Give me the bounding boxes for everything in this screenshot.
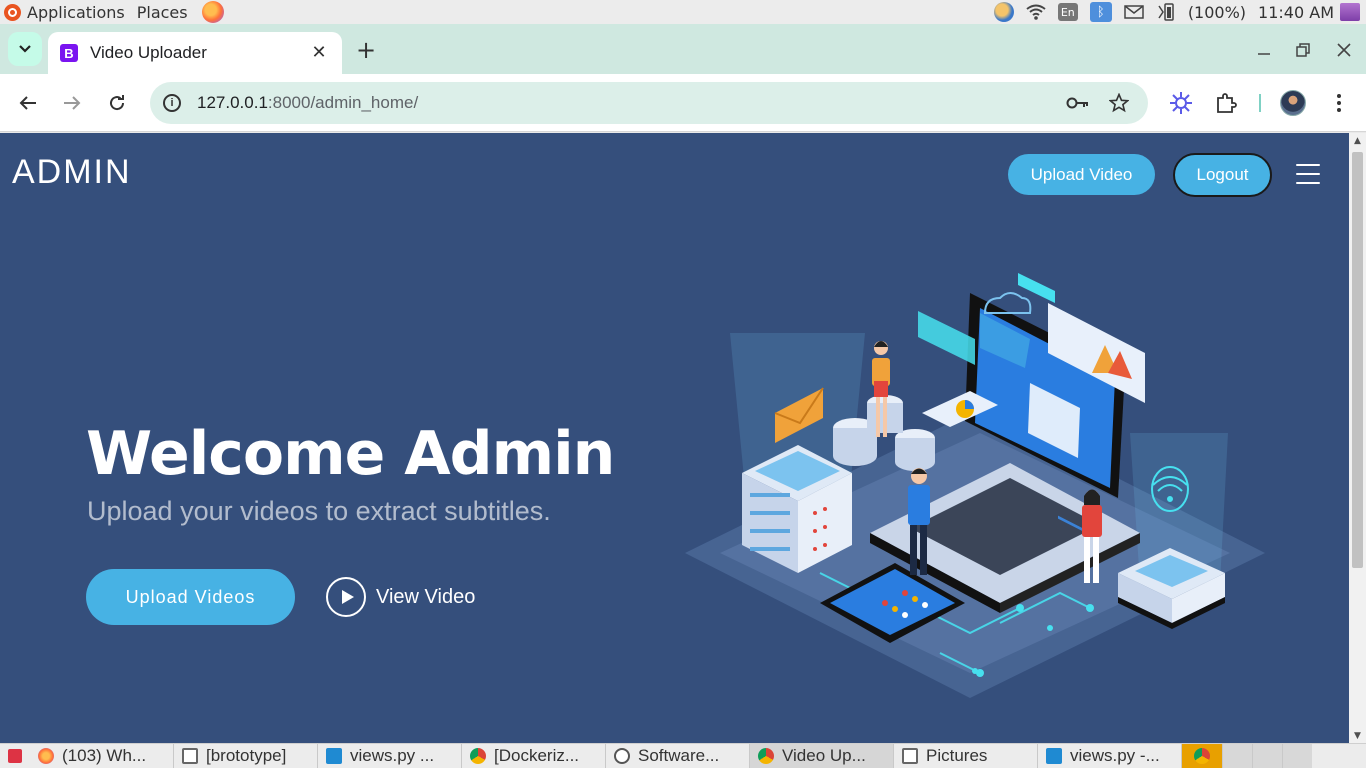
workspace-switcher[interactable] (1222, 744, 1366, 768)
new-tab-plus-icon[interactable]: + (352, 36, 380, 64)
view-video-label: View Video (376, 585, 476, 608)
scrollbar-thumb[interactable] (1352, 152, 1363, 568)
firefox-launcher-icon[interactable] (201, 1, 224, 23)
clock[interactable]: 11:40 AM (1258, 0, 1334, 24)
restore-icon[interactable] (1289, 36, 1317, 64)
chrome-icon (470, 748, 486, 764)
taskbar-item[interactable]: Software... (606, 744, 750, 768)
nav-logout-button[interactable]: Logout (1173, 153, 1272, 197)
chrome-icon (758, 748, 774, 764)
taskbar-item[interactable]: Pictures (894, 744, 1038, 768)
taskbar-item[interactable]: views.py ... (318, 744, 462, 768)
show-desktop-icon[interactable] (0, 744, 30, 768)
tab-search-chevron-down-icon[interactable] (8, 32, 42, 66)
bluetooth-icon[interactable]: ᛒ (1089, 0, 1112, 24)
extensions-puzzle-icon[interactable] (1212, 89, 1240, 117)
window-icon (902, 748, 918, 764)
hero-illustration (685, 273, 1265, 698)
brand-logo[interactable]: ADMIN (12, 153, 132, 192)
url-text[interactable]: 127.0.0.1:8000/admin_home/ (197, 93, 418, 113)
places-menu[interactable]: Places (137, 3, 188, 22)
forward-arrow-icon[interactable] (57, 88, 87, 118)
firefox-icon (38, 748, 54, 764)
session-menu-icon[interactable] (1340, 3, 1360, 21)
scroll-up-arrow-icon[interactable]: ▲ (1352, 135, 1363, 147)
minimize-icon[interactable] (1250, 36, 1278, 64)
battery-icon[interactable] (1156, 0, 1176, 24)
bootstrap-favicon-icon: B (60, 44, 78, 62)
os-taskbar: (103) Wh... [brototype] views.py ... [Do… (0, 743, 1366, 768)
back-arrow-icon[interactable] (13, 88, 43, 118)
address-bar[interactable]: i 127.0.0.1:8000/admin_home/ (150, 82, 1148, 124)
view-video-link[interactable]: View Video (326, 577, 475, 617)
toolbar-divider (1259, 94, 1261, 112)
ubuntu-logo-icon[interactable] (4, 3, 21, 21)
tab-title: Video Uploader (90, 43, 207, 62)
vscode-icon (1046, 748, 1062, 764)
key-icon[interactable] (1066, 91, 1090, 115)
bookmark-star-icon[interactable] (1107, 91, 1131, 115)
reload-icon[interactable] (102, 88, 132, 118)
mail-icon[interactable] (1124, 0, 1144, 24)
hamburger-menu-icon[interactable] (1294, 162, 1322, 186)
battery-percentage: (100%) (1187, 2, 1247, 22)
vscode-icon (326, 748, 342, 764)
taskbar-item-active[interactable]: Video Up... (750, 744, 894, 768)
close-window-icon[interactable] (1330, 36, 1358, 64)
keyboard-layout-indicator[interactable]: En (1057, 0, 1078, 24)
applications-menu[interactable]: Applications (27, 3, 125, 22)
taskbar-item[interactable]: views.py -... (1038, 744, 1182, 768)
extension-gear-icon[interactable] (1167, 89, 1195, 117)
os-top-panel: Applications Places En ᛒ (100%) 11:40 AM (0, 0, 1366, 24)
software-icon (614, 748, 630, 764)
close-tab-icon[interactable]: ✕ (308, 41, 330, 63)
window-icon (182, 748, 198, 764)
scroll-down-arrow-icon[interactable]: ▼ (1352, 730, 1363, 742)
chrome-launcher-icon[interactable] (1182, 744, 1222, 768)
browser-toolbar: i 127.0.0.1:8000/admin_home/ (0, 74, 1366, 132)
tab-strip: B Video Uploader ✕ + (0, 24, 1366, 74)
profile-avatar[interactable] (1280, 90, 1306, 116)
taskbar-item[interactable]: (103) Wh... (30, 744, 174, 768)
tab-video-uploader[interactable]: B Video Uploader ✕ (48, 32, 342, 74)
play-circle-icon (326, 577, 366, 617)
wifi-icon[interactable] (1026, 0, 1046, 24)
network-globe-icon[interactable] (993, 0, 1014, 24)
taskbar-item[interactable]: [Dockeriz... (462, 744, 606, 768)
upload-videos-button[interactable]: Upload Videos (86, 569, 295, 625)
hero-subtitle: Upload your videos to extract subtitles. (87, 496, 551, 526)
more-menu-icon[interactable] (1325, 89, 1353, 117)
page-viewport: ADMIN Upload Video Logout Welcome Admin … (0, 133, 1349, 743)
taskbar-item[interactable]: [brototype] (174, 744, 318, 768)
nav-upload-video-button[interactable]: Upload Video (1008, 154, 1155, 195)
site-info-icon[interactable]: i (163, 94, 181, 112)
hero-title: Welcome Admin (86, 419, 615, 489)
